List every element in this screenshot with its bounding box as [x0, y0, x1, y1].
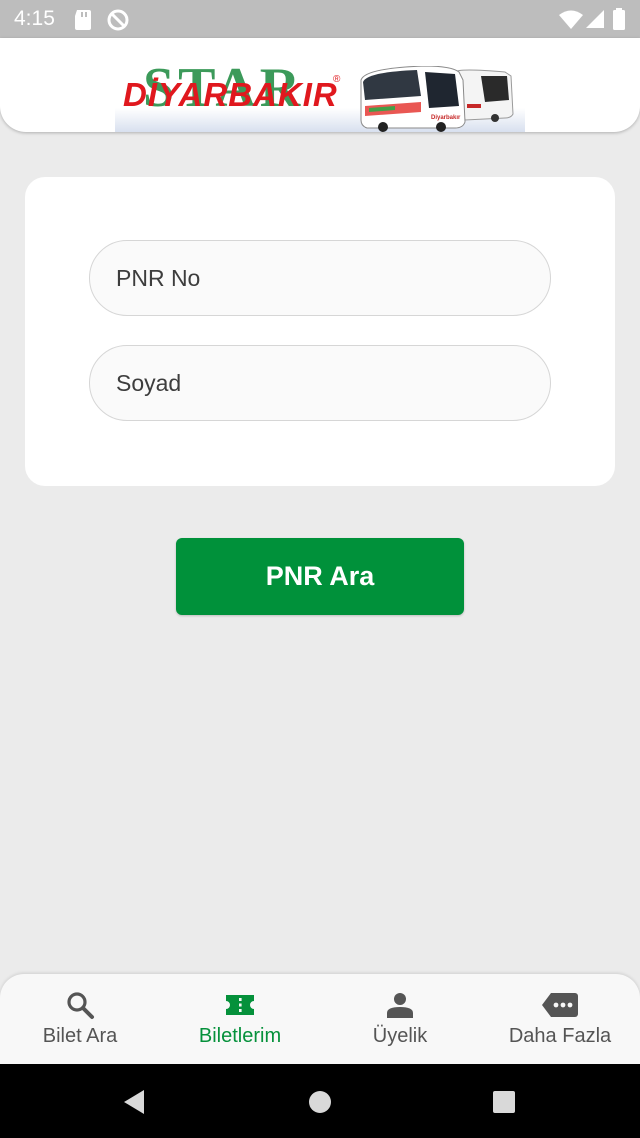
status-time: 4:15 [14, 7, 55, 30]
signal-icon [586, 10, 604, 28]
bus-image: Diyarbakır [360, 66, 514, 132]
nav-item-biletlerim[interactable]: Biletlerim [160, 974, 320, 1064]
wifi-icon [559, 10, 583, 29]
back-icon[interactable] [122, 1089, 146, 1115]
bottom-navigation: Bilet Ara Biletlerim Üyelik Daha Fazla [0, 974, 640, 1064]
app-header: STAR DİYARBAKIR ® Diyarbakır [0, 38, 640, 132]
recents-icon[interactable] [492, 1090, 516, 1114]
surname-field[interactable] [89, 345, 551, 421]
sd-card-icon [75, 10, 91, 30]
nav-item-daha-fazla[interactable]: Daha Fazla [480, 974, 640, 1064]
pnr-field[interactable] [89, 240, 551, 316]
pnr-input[interactable] [90, 241, 550, 315]
nav-label-uyelik: Üyelik [372, 1025, 428, 1047]
do-not-disturb-icon [107, 9, 129, 31]
person-icon [387, 993, 413, 1018]
logo-brand-text: DİYARBAKIR [123, 76, 338, 113]
ticket-icon [226, 995, 254, 1015]
nav-label-biletlerim: Biletlerim [198, 1025, 282, 1047]
nav-label-daha-fazla: Daha Fazla [508, 1025, 612, 1047]
home-icon[interactable] [308, 1090, 332, 1114]
nav-item-bilet-ara[interactable]: Bilet Ara [0, 974, 160, 1064]
pnr-search-button[interactable]: PNR Ara [176, 538, 464, 615]
more-icon [542, 993, 578, 1017]
logo-registered-mark: ® [333, 74, 341, 85]
svg-text:Diyarbakır: Diyarbakır [431, 115, 461, 121]
system-navigation-bar [0, 1064, 640, 1138]
nav-label-bilet-ara: Bilet Ara [42, 1025, 118, 1047]
nav-item-uyelik[interactable]: Üyelik [320, 974, 480, 1064]
status-bar: 4:15 [0, 0, 640, 38]
brand-logo: STAR DİYARBAKIR ® Diyarbakır [115, 52, 525, 132]
pnr-form-card [25, 177, 615, 486]
battery-icon [613, 8, 625, 30]
surname-input[interactable] [90, 346, 550, 420]
search-icon [67, 992, 94, 1019]
